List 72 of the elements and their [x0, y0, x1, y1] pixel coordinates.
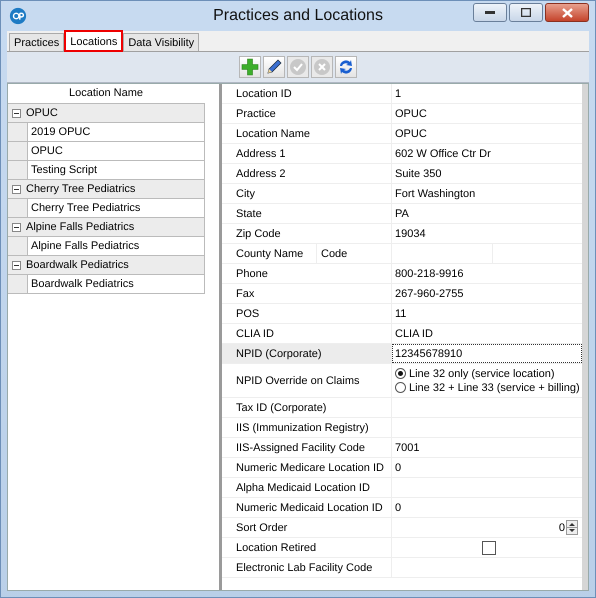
- field-value[interactable]: 602 W Office Ctr Dr: [395, 148, 491, 160]
- add-button[interactable]: [239, 56, 261, 78]
- field-value[interactable]: OPUC: [395, 108, 427, 120]
- cancel-icon: [313, 58, 331, 76]
- check-icon: [289, 58, 307, 76]
- field-value[interactable]: 12345678910: [395, 348, 462, 360]
- field-label: Location ID: [222, 84, 392, 103]
- field-label: Numeric Medicare Location ID: [222, 458, 392, 477]
- minimize-icon: [485, 10, 495, 14]
- tree-item[interactable]: 2019 OPUC: [27, 123, 204, 141]
- tab[interactable]: Data Visibility: [123, 33, 200, 51]
- field-value[interactable]: 11: [395, 308, 406, 320]
- field-label: Electronic Lab Facility Code: [222, 558, 392, 577]
- field-label: Location Name: [222, 124, 392, 143]
- pencil-icon: [265, 58, 283, 76]
- tree-item[interactable]: Cherry Tree Pediatrics: [27, 199, 204, 217]
- column-header: Location Name: [68, 86, 144, 101]
- edit-button[interactable]: [263, 56, 285, 78]
- tab[interactable]: Locations: [65, 31, 122, 51]
- field-label: IIS (Immunization Registry): [222, 418, 392, 437]
- field-label: NPID Override on Claims: [222, 364, 392, 397]
- field-label: Tax ID (Corporate): [222, 398, 392, 417]
- refresh-icon: [337, 58, 355, 76]
- field-value[interactable]: Fort Washington: [395, 188, 476, 200]
- field-value[interactable]: 800-218-9916: [395, 268, 464, 280]
- field-value[interactable]: 267-960-2755: [395, 288, 464, 300]
- tree-item[interactable]: Alpine Falls Pediatrics: [27, 237, 204, 255]
- maximize-icon: [521, 8, 531, 17]
- app-logo-icon: [9, 7, 27, 25]
- field-label: Practice: [222, 104, 392, 123]
- minimize-button[interactable]: [473, 3, 507, 22]
- refresh-button[interactable]: [335, 56, 357, 78]
- field-label: Numeric Medicaid Location ID: [222, 498, 392, 517]
- field-label: Zip Code: [222, 224, 392, 243]
- checkbox[interactable]: [482, 540, 496, 554]
- field-label: City: [222, 184, 392, 203]
- field-value[interactable]: 1: [395, 88, 402, 100]
- field-value[interactable]: 19034: [395, 228, 426, 240]
- tree-item[interactable]: Testing Script: [27, 161, 204, 179]
- maximize-button[interactable]: [509, 3, 543, 22]
- field-value[interactable]: CLIA ID: [395, 328, 433, 340]
- field-label: Fax: [222, 284, 392, 303]
- field-label: CLIA ID: [222, 324, 392, 343]
- field-label: Alpha Medicaid Location ID: [222, 478, 392, 497]
- window-title: Practices and Locations: [212, 7, 384, 25]
- field-label: County Name: [222, 244, 317, 263]
- close-button[interactable]: [545, 3, 589, 22]
- field-value[interactable]: 0: [395, 502, 402, 514]
- field-value[interactable]: OPUC: [395, 128, 427, 140]
- field-value[interactable]: 0: [395, 462, 402, 474]
- tree-item[interactable]: Boardwalk Pediatrics: [27, 275, 204, 293]
- field-label: Phone: [222, 264, 392, 283]
- field-label: Address 2: [222, 164, 392, 183]
- close-icon: [562, 8, 572, 18]
- tab[interactable]: Practices: [9, 33, 64, 51]
- field-label: Code: [320, 248, 348, 260]
- field-label: Sort Order: [222, 518, 392, 537]
- field-label: Address 1: [222, 144, 392, 163]
- field-label: State: [222, 204, 392, 223]
- radio-option[interactable]: Line 32 only (service location): [395, 368, 555, 380]
- radio-option[interactable]: Line 32 + Line 33 (service + billing): [395, 382, 580, 394]
- group-row[interactable]: OPUC: [24, 107, 58, 119]
- field-label: IIS-Assigned Facility Code: [222, 438, 392, 457]
- field-label: POS: [222, 304, 392, 323]
- number-spinner[interactable]: 0: [392, 518, 582, 537]
- field-value[interactable]: 7001: [395, 442, 420, 454]
- plus-icon: [241, 58, 259, 76]
- field-value[interactable]: Suite 350: [395, 168, 442, 180]
- tree-item[interactable]: OPUC: [27, 142, 204, 160]
- field-value[interactable]: PA: [395, 208, 409, 220]
- field-label: Location Retired: [222, 538, 392, 557]
- field-label: NPID (Corporate): [222, 344, 392, 363]
